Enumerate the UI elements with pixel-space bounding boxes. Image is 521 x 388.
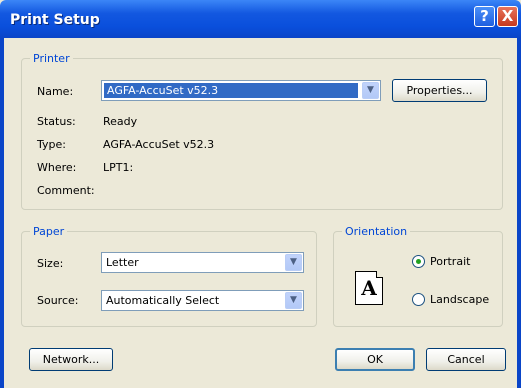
paper-group-label: Paper bbox=[30, 225, 68, 238]
printer-name-select[interactable]: AGFA-AccuSet v52.3 ▼ bbox=[101, 80, 381, 101]
paper-size-value: Letter bbox=[106, 256, 139, 269]
paper-group: Paper bbox=[21, 225, 317, 327]
type-value: AGFA-AccuSet v52.3 bbox=[103, 138, 215, 151]
comment-label: Comment: bbox=[37, 184, 95, 197]
paper-size-select[interactable]: Letter ▼ bbox=[101, 252, 304, 273]
landscape-label[interactable]: Landscape bbox=[430, 293, 489, 306]
title-bar: Print Setup ? X bbox=[0, 0, 521, 38]
help-button[interactable]: ? bbox=[474, 6, 495, 27]
window-border-right bbox=[517, 38, 521, 388]
printer-name-value: AGFA-AccuSet v52.3 bbox=[104, 83, 358, 98]
where-value: LPT1: bbox=[103, 161, 134, 174]
status-label: Status: bbox=[37, 115, 76, 128]
chevron-down-icon[interactable]: ▼ bbox=[285, 254, 302, 271]
properties-button[interactable]: Properties... bbox=[392, 79, 487, 102]
printer-group-label: Printer bbox=[30, 52, 73, 65]
chevron-down-icon[interactable]: ▼ bbox=[362, 82, 379, 99]
chevron-down-icon[interactable]: ▼ bbox=[285, 292, 302, 309]
source-label: Source: bbox=[37, 294, 79, 307]
name-label: Name: bbox=[37, 85, 74, 98]
size-label: Size: bbox=[37, 257, 64, 270]
paper-source-select[interactable]: Automatically Select ▼ bbox=[101, 290, 304, 311]
where-label: Where: bbox=[37, 161, 77, 174]
window-title: Print Setup bbox=[10, 12, 100, 28]
close-button[interactable]: X bbox=[497, 6, 518, 27]
status-value: Ready bbox=[103, 115, 138, 128]
radio-selected-dot bbox=[416, 259, 421, 264]
network-button[interactable]: Network... bbox=[29, 348, 113, 371]
landscape-radio[interactable] bbox=[412, 293, 425, 306]
ok-button[interactable]: OK bbox=[335, 348, 415, 371]
window-border-left bbox=[0, 38, 4, 388]
orientation-group-label: Orientation bbox=[342, 225, 411, 238]
paper-source-value: Automatically Select bbox=[106, 294, 220, 307]
portrait-label[interactable]: Portrait bbox=[430, 255, 470, 268]
portrait-radio[interactable] bbox=[412, 255, 425, 268]
type-label: Type: bbox=[37, 138, 66, 151]
cancel-button[interactable]: Cancel bbox=[426, 348, 506, 371]
page-orientation-icon: A bbox=[355, 271, 383, 305]
